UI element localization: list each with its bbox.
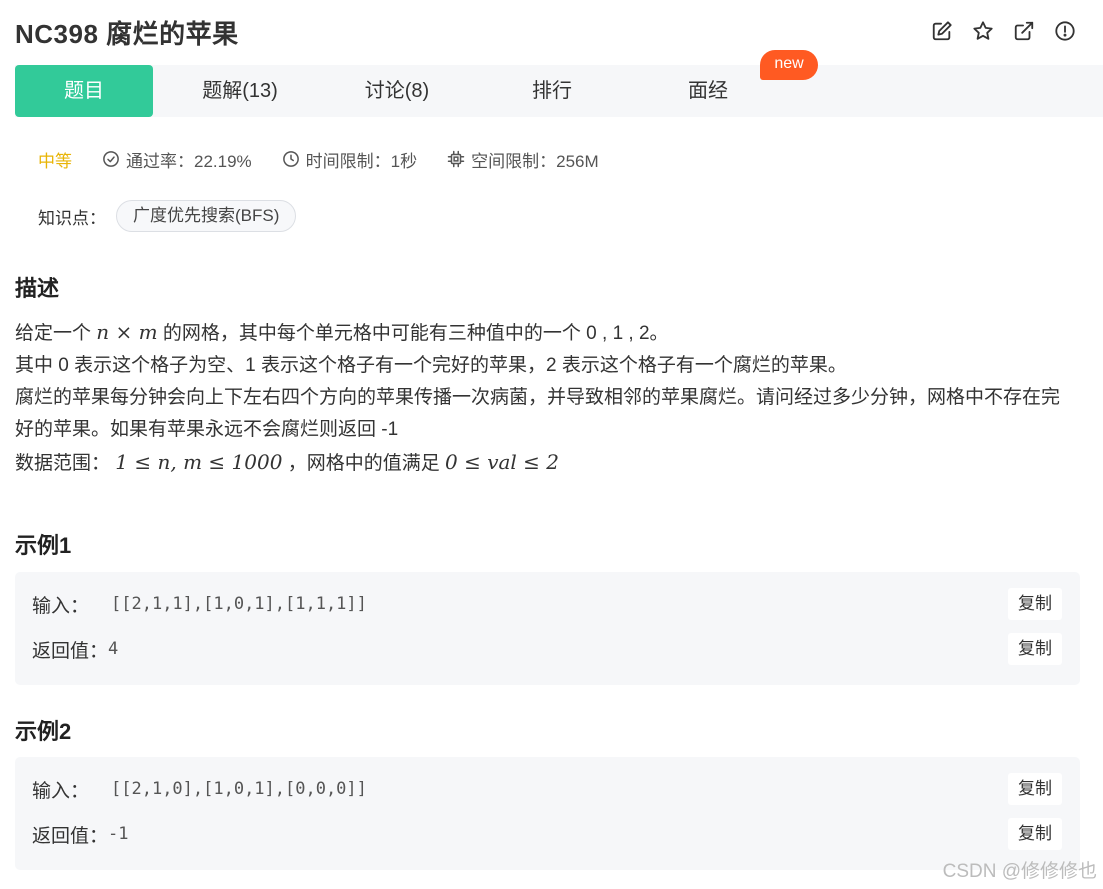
example-2-output-row: 返回值： -1 <box>32 818 129 850</box>
page-title: NC398 腐烂的苹果 <box>15 19 239 49</box>
header-actions <box>930 19 1077 43</box>
example-2-output: -1 <box>108 824 129 844</box>
tab-discussion[interactable]: 讨论(8) <box>327 65 467 117</box>
new-badge: new <box>760 50 818 80</box>
example-2-box: 输入： [[2,1,0],[1,0,1],[0,0,0]] 复制 返回值： -1… <box>15 757 1080 870</box>
tab-problem[interactable]: 题目 <box>15 65 153 117</box>
input-label: 输入： <box>32 595 90 617</box>
example-2-input-row: 输入： [[2,1,0],[1,0,1],[0,0,0]] <box>32 773 367 805</box>
example-1-output-row: 返回值： 4 <box>32 633 118 665</box>
description-title: 描述 <box>15 276 60 301</box>
description-line-2: 其中 0 表示这个格子为空、1 表示这个格子有一个完好的苹果，2 表示这个格子有… <box>15 355 847 376</box>
copy-input-button[interactable]: 复制 <box>1008 773 1062 805</box>
time-limit: 时间限制：1秒 <box>282 147 417 172</box>
copy-output-button[interactable]: 复制 <box>1008 633 1062 665</box>
range-math-1: 1 ≤ n, m ≤ 1000 <box>115 450 283 474</box>
copy-output-button[interactable]: 复制 <box>1008 818 1062 850</box>
problem-meta: 中等 通过率：22.19% 时间限制：1秒 空间限制：256M <box>38 146 629 172</box>
example-1-input-row: 输入： [[2,1,1],[1,0,1],[1,1,1]] <box>32 588 367 620</box>
watermark: CSDN @修修修也 <box>942 861 1097 882</box>
copy-input-button[interactable]: 复制 <box>1008 588 1062 620</box>
check-circle-icon <box>103 151 119 167</box>
range-math-2: 0 ≤ val ≤ 2 <box>445 450 560 474</box>
chip-icon <box>447 150 465 168</box>
clock-icon <box>282 151 299 167</box>
knowledge-points: 知识点： 广度优先搜索(BFS) <box>38 200 297 232</box>
external-link-icon[interactable] <box>1012 19 1036 43</box>
time-limit-text: 时间限制：1秒 <box>305 151 418 171</box>
example-2-title: 示例2 <box>15 719 72 744</box>
input-label: 输入： <box>32 780 90 802</box>
output-label: 返回值： <box>32 825 109 847</box>
space-limit-text: 空间限制：256M <box>471 151 599 171</box>
pass-rate: 通过率：22.19% <box>102 147 252 172</box>
tag-bfs[interactable]: 广度优先搜索(BFS) <box>116 200 297 232</box>
example-1-title: 示例1 <box>15 533 72 558</box>
description-body: 给定一个 n × m 的网格，其中每个单元格中可能有三种值中的一个 0 , 1 … <box>15 316 1075 480</box>
problem-header: NC398 腐烂的苹果 <box>0 0 1103 65</box>
example-2-input: [[2,1,0],[1,0,1],[0,0,0]] <box>111 779 367 799</box>
description-line-3: 腐烂的苹果每分钟会向上下左右四个方向的苹果传播一次病菌，并导致相邻的苹果腐烂。请… <box>15 387 1061 440</box>
knowledge-label: 知识点： <box>38 208 106 228</box>
example-1-input: [[2,1,1],[1,0,1],[1,1,1]] <box>111 594 367 614</box>
output-label: 返回值： <box>32 640 109 662</box>
tab-solutions[interactable]: 题解(13) <box>170 65 310 117</box>
example-1-output: 4 <box>108 639 119 659</box>
description-line-1: 给定一个 n × m 的网格，其中每个单元格中可能有三种值中的一个 0 , 1 … <box>15 320 669 344</box>
tab-ranking[interactable]: 排行 <box>482 65 622 117</box>
info-icon[interactable] <box>1053 19 1077 43</box>
difficulty-label: 中等 <box>38 151 72 171</box>
pass-rate-text: 通过率：22.19% <box>126 151 252 171</box>
star-icon[interactable] <box>971 19 995 43</box>
description-range: 数据范围： 1 ≤ n, m ≤ 1000 ，网格中的值满足 0 ≤ val ≤… <box>15 450 560 474</box>
space-limit: 空间限制：256M <box>447 147 599 172</box>
tab-interview[interactable]: 面经 <box>638 65 778 117</box>
edit-icon[interactable] <box>930 19 954 43</box>
example-1-box: 输入： [[2,1,1],[1,0,1],[1,1,1]] 复制 返回值： 4 … <box>15 572 1080 685</box>
tab-bar: 题目 题解(13) 讨论(8) 排行 面经 <box>15 65 1103 117</box>
